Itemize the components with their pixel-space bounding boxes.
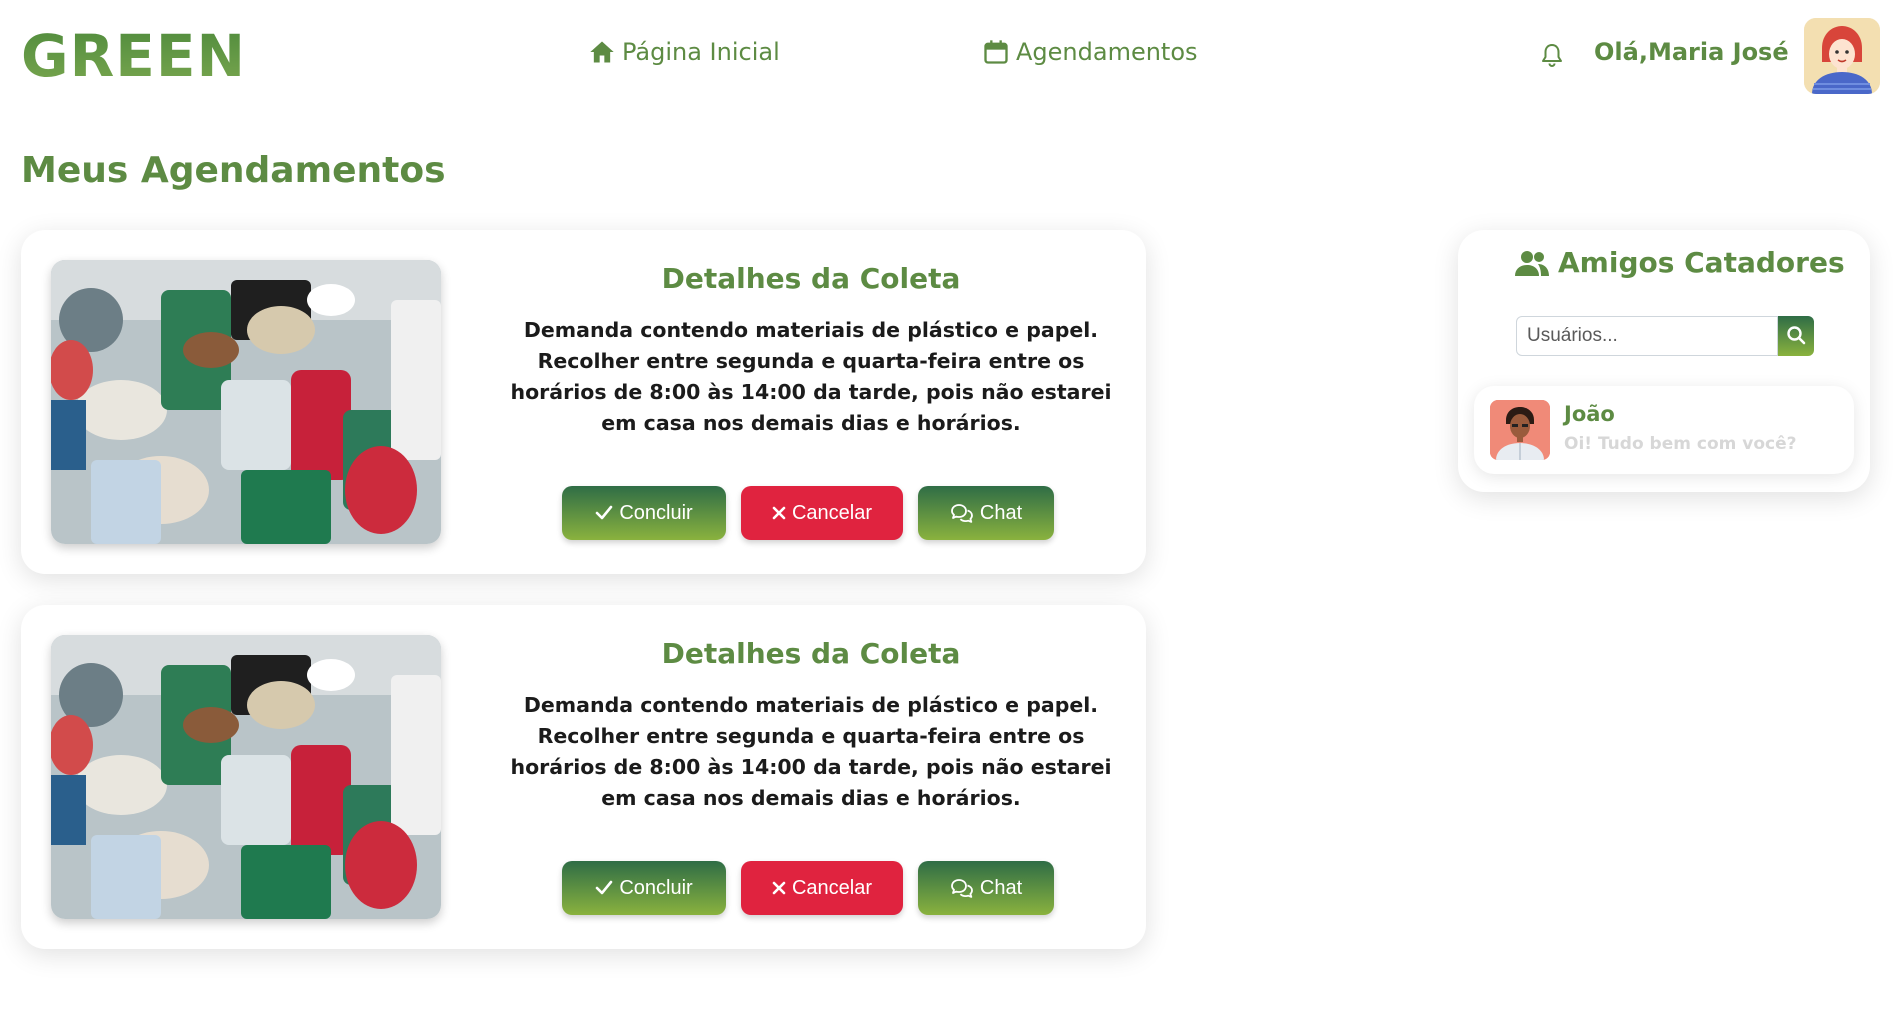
button-label: Chat (979, 501, 1023, 524)
avatar[interactable] (1804, 18, 1880, 94)
user-greeting: Olá,Maria José (1594, 38, 1789, 66)
friend-name: João (1564, 402, 1615, 426)
button-label: Chat (979, 876, 1023, 899)
concluir-button[interactable]: Concluir (562, 486, 726, 540)
button-label: Concluir (619, 876, 693, 899)
bell-icon[interactable] (1540, 42, 1564, 68)
calendar-icon (982, 38, 1010, 66)
card-actions: Concluir Cancelar Chat (562, 486, 1054, 540)
friend-list-item[interactable]: João Oi! Tudo bem com você? (1474, 386, 1854, 474)
card-title: Detalhes da Coleta (661, 637, 961, 670)
friends-title-label: Amigos Catadores (1558, 246, 1845, 279)
home-icon (588, 38, 616, 66)
chat-button[interactable]: Chat (918, 861, 1054, 915)
search-button[interactable] (1778, 316, 1814, 356)
button-label: Cancelar (791, 876, 873, 899)
close-icon (772, 506, 786, 520)
search-input[interactable] (1516, 316, 1778, 356)
page-title: Meus Agendamentos (21, 150, 446, 191)
concluir-button[interactable]: Concluir (562, 861, 726, 915)
chat-bubbles-icon (950, 878, 974, 898)
nav-link-agendamentos[interactable]: Agendamentos (982, 38, 1198, 66)
users-icon (1514, 248, 1550, 278)
header: GREEN Página Inicial Agendamentos Olá,Ma… (0, 0, 1902, 110)
logo[interactable]: GREEN (21, 22, 246, 90)
check-icon (595, 505, 613, 521)
button-label: Concluir (619, 501, 693, 524)
page: GREEN Página Inicial Agendamentos Olá,Ma… (0, 0, 1902, 1025)
chat-bubbles-icon (950, 503, 974, 523)
search-icon (1786, 325, 1806, 348)
cancelar-button[interactable]: Cancelar (741, 486, 903, 540)
nav-link-home[interactable]: Página Inicial (588, 38, 780, 66)
friend-last-message: Oi! Tudo bem com você? (1564, 434, 1797, 454)
cancelar-button[interactable]: Cancelar (741, 861, 903, 915)
card-description: Demanda contendo materiais de plástico e… (510, 693, 1112, 810)
friends-panel: Amigos Catadores Usuários... João Oi! Tu… (1458, 230, 1870, 492)
card-body: Detalhes da Coleta Demanda contendo mate… (501, 635, 1121, 814)
card-title: Detalhes da Coleta (661, 262, 961, 295)
avatar (1490, 400, 1550, 460)
waste-photo (51, 260, 441, 544)
card-body: Detalhes da Coleta Demanda contendo mate… (501, 260, 1121, 439)
appointment-card: Detalhes da Coleta Demanda contendo mate… (21, 230, 1146, 574)
chat-button[interactable]: Chat (918, 486, 1054, 540)
card-actions: Concluir Cancelar Chat (562, 861, 1054, 915)
nav-link-label: Página Inicial (622, 38, 780, 66)
close-icon (772, 881, 786, 895)
friends-title: Amigos Catadores (1514, 246, 1845, 279)
check-icon (595, 880, 613, 896)
card-description: Demanda contendo materiais de plástico e… (510, 318, 1112, 435)
appointment-card: Detalhes da Coleta Demanda contendo mate… (21, 605, 1146, 949)
button-label: Cancelar (791, 501, 873, 524)
nav-link-label: Agendamentos (1016, 38, 1198, 66)
waste-photo (51, 635, 441, 919)
